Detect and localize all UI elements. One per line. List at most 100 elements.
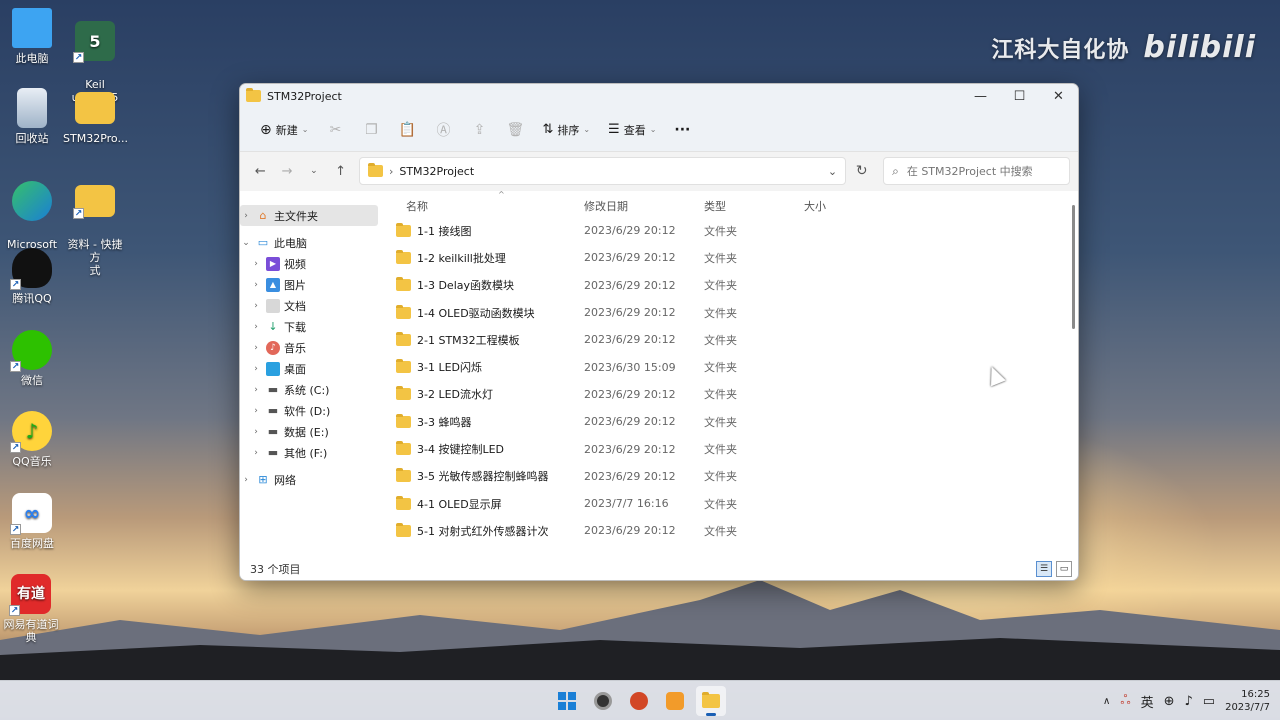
- file-row[interactable]: 2-1 STM32工程模板 2023/6/29 20:12 文件夹: [378, 326, 1078, 353]
- nav-item-drive-c[interactable]: › ▬ 系统 (C:): [240, 379, 378, 400]
- desktop-icon-qq-music[interactable]: ♪ ↗ QQ音乐: [0, 411, 64, 468]
- taskbar-powerpoint[interactable]: [624, 686, 654, 716]
- tray-app-icon[interactable]: ஃ: [1120, 693, 1130, 709]
- file-row[interactable]: 3-5 光敏传感器控制蜂鸣器 2023/6/29 20:12 文件夹: [378, 463, 1078, 490]
- folder-icon: [396, 495, 411, 510]
- search-box[interactable]: ⌕: [883, 157, 1071, 185]
- nav-item-label: 主文件夹: [274, 209, 318, 223]
- file-row[interactable]: 1-1 接线图 2023/6/29 20:12 文件夹: [378, 217, 1078, 244]
- nav-item-downloads[interactable]: › ↓ 下载: [240, 316, 378, 337]
- nav-item-label: 图片: [284, 278, 306, 292]
- desktop-icon-qq[interactable]: ↗ 腾讯QQ: [0, 248, 64, 305]
- folder-icon: [246, 88, 261, 102]
- column-header-date[interactable]: 修改日期: [584, 198, 704, 214]
- nav-item-videos[interactable]: › ▶ 视频: [240, 253, 378, 274]
- document-icon: [266, 298, 280, 313]
- chevron-up-icon[interactable]: ∧: [1103, 696, 1110, 707]
- paste-icon[interactable]: 📋: [392, 115, 422, 145]
- nav-item-drive-f[interactable]: › ▬ 其他 (F:): [240, 442, 378, 463]
- desktop-icon-stm32project[interactable]: STM32Pro...: [63, 88, 128, 145]
- new-button[interactable]: ⊕ 新建 ⌄: [254, 115, 314, 145]
- rename-icon[interactable]: Ⓐ: [428, 115, 458, 145]
- desktop-icon-label: 微信: [21, 374, 43, 387]
- maximize-button[interactable]: ☐: [1000, 84, 1039, 108]
- nav-item-desktop[interactable]: › 桌面: [240, 358, 378, 379]
- file-name-cell: 1-4 OLED驱动函数模块: [378, 304, 584, 321]
- details-view-icon[interactable]: ☰: [1036, 561, 1052, 577]
- address-history-chevron-icon[interactable]: ⌄: [819, 165, 845, 178]
- taskbar-app-orange[interactable]: [660, 686, 690, 716]
- nav-item-drive-e[interactable]: › ▬ 数据 (E:): [240, 421, 378, 442]
- file-name-cell: 2-1 STM32工程模板: [378, 331, 584, 348]
- search-input[interactable]: [906, 164, 1057, 178]
- desktop-icon-materials-shortcut[interactable]: ↗ 资料 - 快捷方 式: [63, 168, 127, 277]
- nav-item-label: 下载: [284, 320, 306, 334]
- nav-item-label: 视频: [284, 257, 306, 271]
- nav-item-pictures[interactable]: › ▲ 图片: [240, 274, 378, 295]
- desktop-icon-wechat[interactable]: ↗ 微信: [0, 330, 64, 387]
- speaker-icon[interactable]: ♪: [1184, 694, 1192, 709]
- nav-item-this-pc[interactable]: ⌄ ▭ 此电脑: [240, 232, 378, 253]
- back-arrow-icon[interactable]: ←: [248, 157, 273, 185]
- forward-arrow-icon[interactable]: →: [275, 157, 300, 185]
- breadcrumb-current[interactable]: STM32Project: [399, 165, 474, 178]
- nav-item-label: 此电脑: [274, 236, 307, 250]
- desktop-icon-youdao[interactable]: 有道 ↗ 网易有道词典: [0, 574, 62, 644]
- nav-item-network[interactable]: › ⊞ 网络: [240, 469, 378, 490]
- desktop-icon-baidu-netdisk[interactable]: ∞ ↗ 百度网盘: [0, 493, 64, 550]
- column-header-name[interactable]: ^ 名称: [378, 191, 584, 214]
- start-button[interactable]: [552, 686, 582, 716]
- desktop-icon-label: QQ音乐: [12, 455, 52, 468]
- download-icon: ↓: [268, 320, 278, 333]
- system-tray: ∧ ஃ 英 ⊕ ♪ ▭ 16:25 2023/7/7: [1103, 681, 1270, 720]
- file-row[interactable]: 3-4 按键控制LED 2023/6/29 20:12 文件夹: [378, 435, 1078, 462]
- globe-network-icon[interactable]: ⊕: [1164, 694, 1175, 709]
- tiles-view-icon[interactable]: ▭: [1056, 561, 1072, 577]
- battery-icon[interactable]: ▭: [1203, 694, 1215, 709]
- file-row[interactable]: 4-1 OLED显示屏 2023/7/7 16:16 文件夹: [378, 490, 1078, 517]
- nav-item-documents[interactable]: › 文档: [240, 295, 378, 316]
- cut-icon[interactable]: ✂: [320, 115, 350, 145]
- file-date: 2023/6/29 20:12: [584, 524, 676, 538]
- recent-locations-chevron-icon[interactable]: ⌄: [301, 157, 326, 185]
- file-type: 文件夹: [704, 524, 737, 538]
- camera-icon: [594, 692, 612, 710]
- ime-indicator[interactable]: 英: [1141, 692, 1154, 711]
- column-header-size[interactable]: 大小: [804, 198, 864, 214]
- file-row[interactable]: 3-2 LED流水灯 2023/6/29 20:12 文件夹: [378, 381, 1078, 408]
- more-options-button[interactable]: ···: [668, 115, 696, 145]
- title-bar: STM32Project — ☐ ✕: [240, 84, 1078, 108]
- desktop-icon-this-pc[interactable]: 此电脑: [0, 8, 64, 65]
- nav-item-home[interactable]: › ⌂ 主文件夹: [240, 205, 378, 226]
- file-row[interactable]: 3-3 蜂鸣器 2023/6/29 20:12 文件夹: [378, 408, 1078, 435]
- file-type: 文件夹: [704, 224, 737, 238]
- vertical-scrollbar[interactable]: [1072, 205, 1075, 329]
- file-row[interactable]: 5-1 对射式红外传感器计次 2023/6/29 20:12 文件夹: [378, 517, 1078, 544]
- view-button[interactable]: ☰ 查看 ⌄: [602, 115, 662, 145]
- minimize-button[interactable]: —: [961, 84, 1000, 108]
- taskbar-file-explorer[interactable]: [696, 686, 726, 716]
- file-row[interactable]: 1-3 Delay函数模块 2023/6/29 20:12 文件夹: [378, 272, 1078, 299]
- copy-icon[interactable]: ❐: [356, 115, 386, 145]
- up-arrow-icon[interactable]: ↑: [328, 157, 353, 185]
- file-name: 2-1 STM32工程模板: [417, 333, 520, 347]
- file-date: 2023/6/29 20:12: [584, 442, 676, 456]
- nav-item-drive-d[interactable]: › ▬ 软件 (D:): [240, 400, 378, 421]
- share-icon[interactable]: ⇪: [464, 115, 494, 145]
- delete-icon[interactable]: 🗑: [500, 115, 530, 145]
- nav-item-music[interactable]: › ♪ 音乐: [240, 337, 378, 358]
- file-name: 3-2 LED流水灯: [417, 388, 494, 402]
- refresh-icon[interactable]: ↻: [848, 157, 875, 185]
- clock[interactable]: 16:25 2023/7/7: [1225, 688, 1270, 714]
- drive-icon: ▬: [267, 404, 279, 417]
- address-bar[interactable]: › STM32Project ⌄: [358, 157, 847, 185]
- youdao-icon-badge: 有道: [17, 585, 45, 602]
- file-row[interactable]: 1-4 OLED驱动函数模块 2023/6/29 20:12 文件夹: [378, 299, 1078, 326]
- taskbar-camera-app[interactable]: [588, 686, 618, 716]
- column-header-type[interactable]: 类型: [704, 198, 804, 214]
- file-row[interactable]: 1-2 keilkill批处理 2023/6/29 20:12 文件夹: [378, 244, 1078, 271]
- desktop-icon-recycle-bin[interactable]: 回收站: [0, 88, 64, 145]
- file-row[interactable]: 3-1 LED闪烁 2023/6/30 15:09 文件夹: [378, 353, 1078, 380]
- close-button[interactable]: ✕: [1039, 84, 1078, 108]
- sort-button[interactable]: ⇅ 排序 ⌄: [536, 115, 596, 145]
